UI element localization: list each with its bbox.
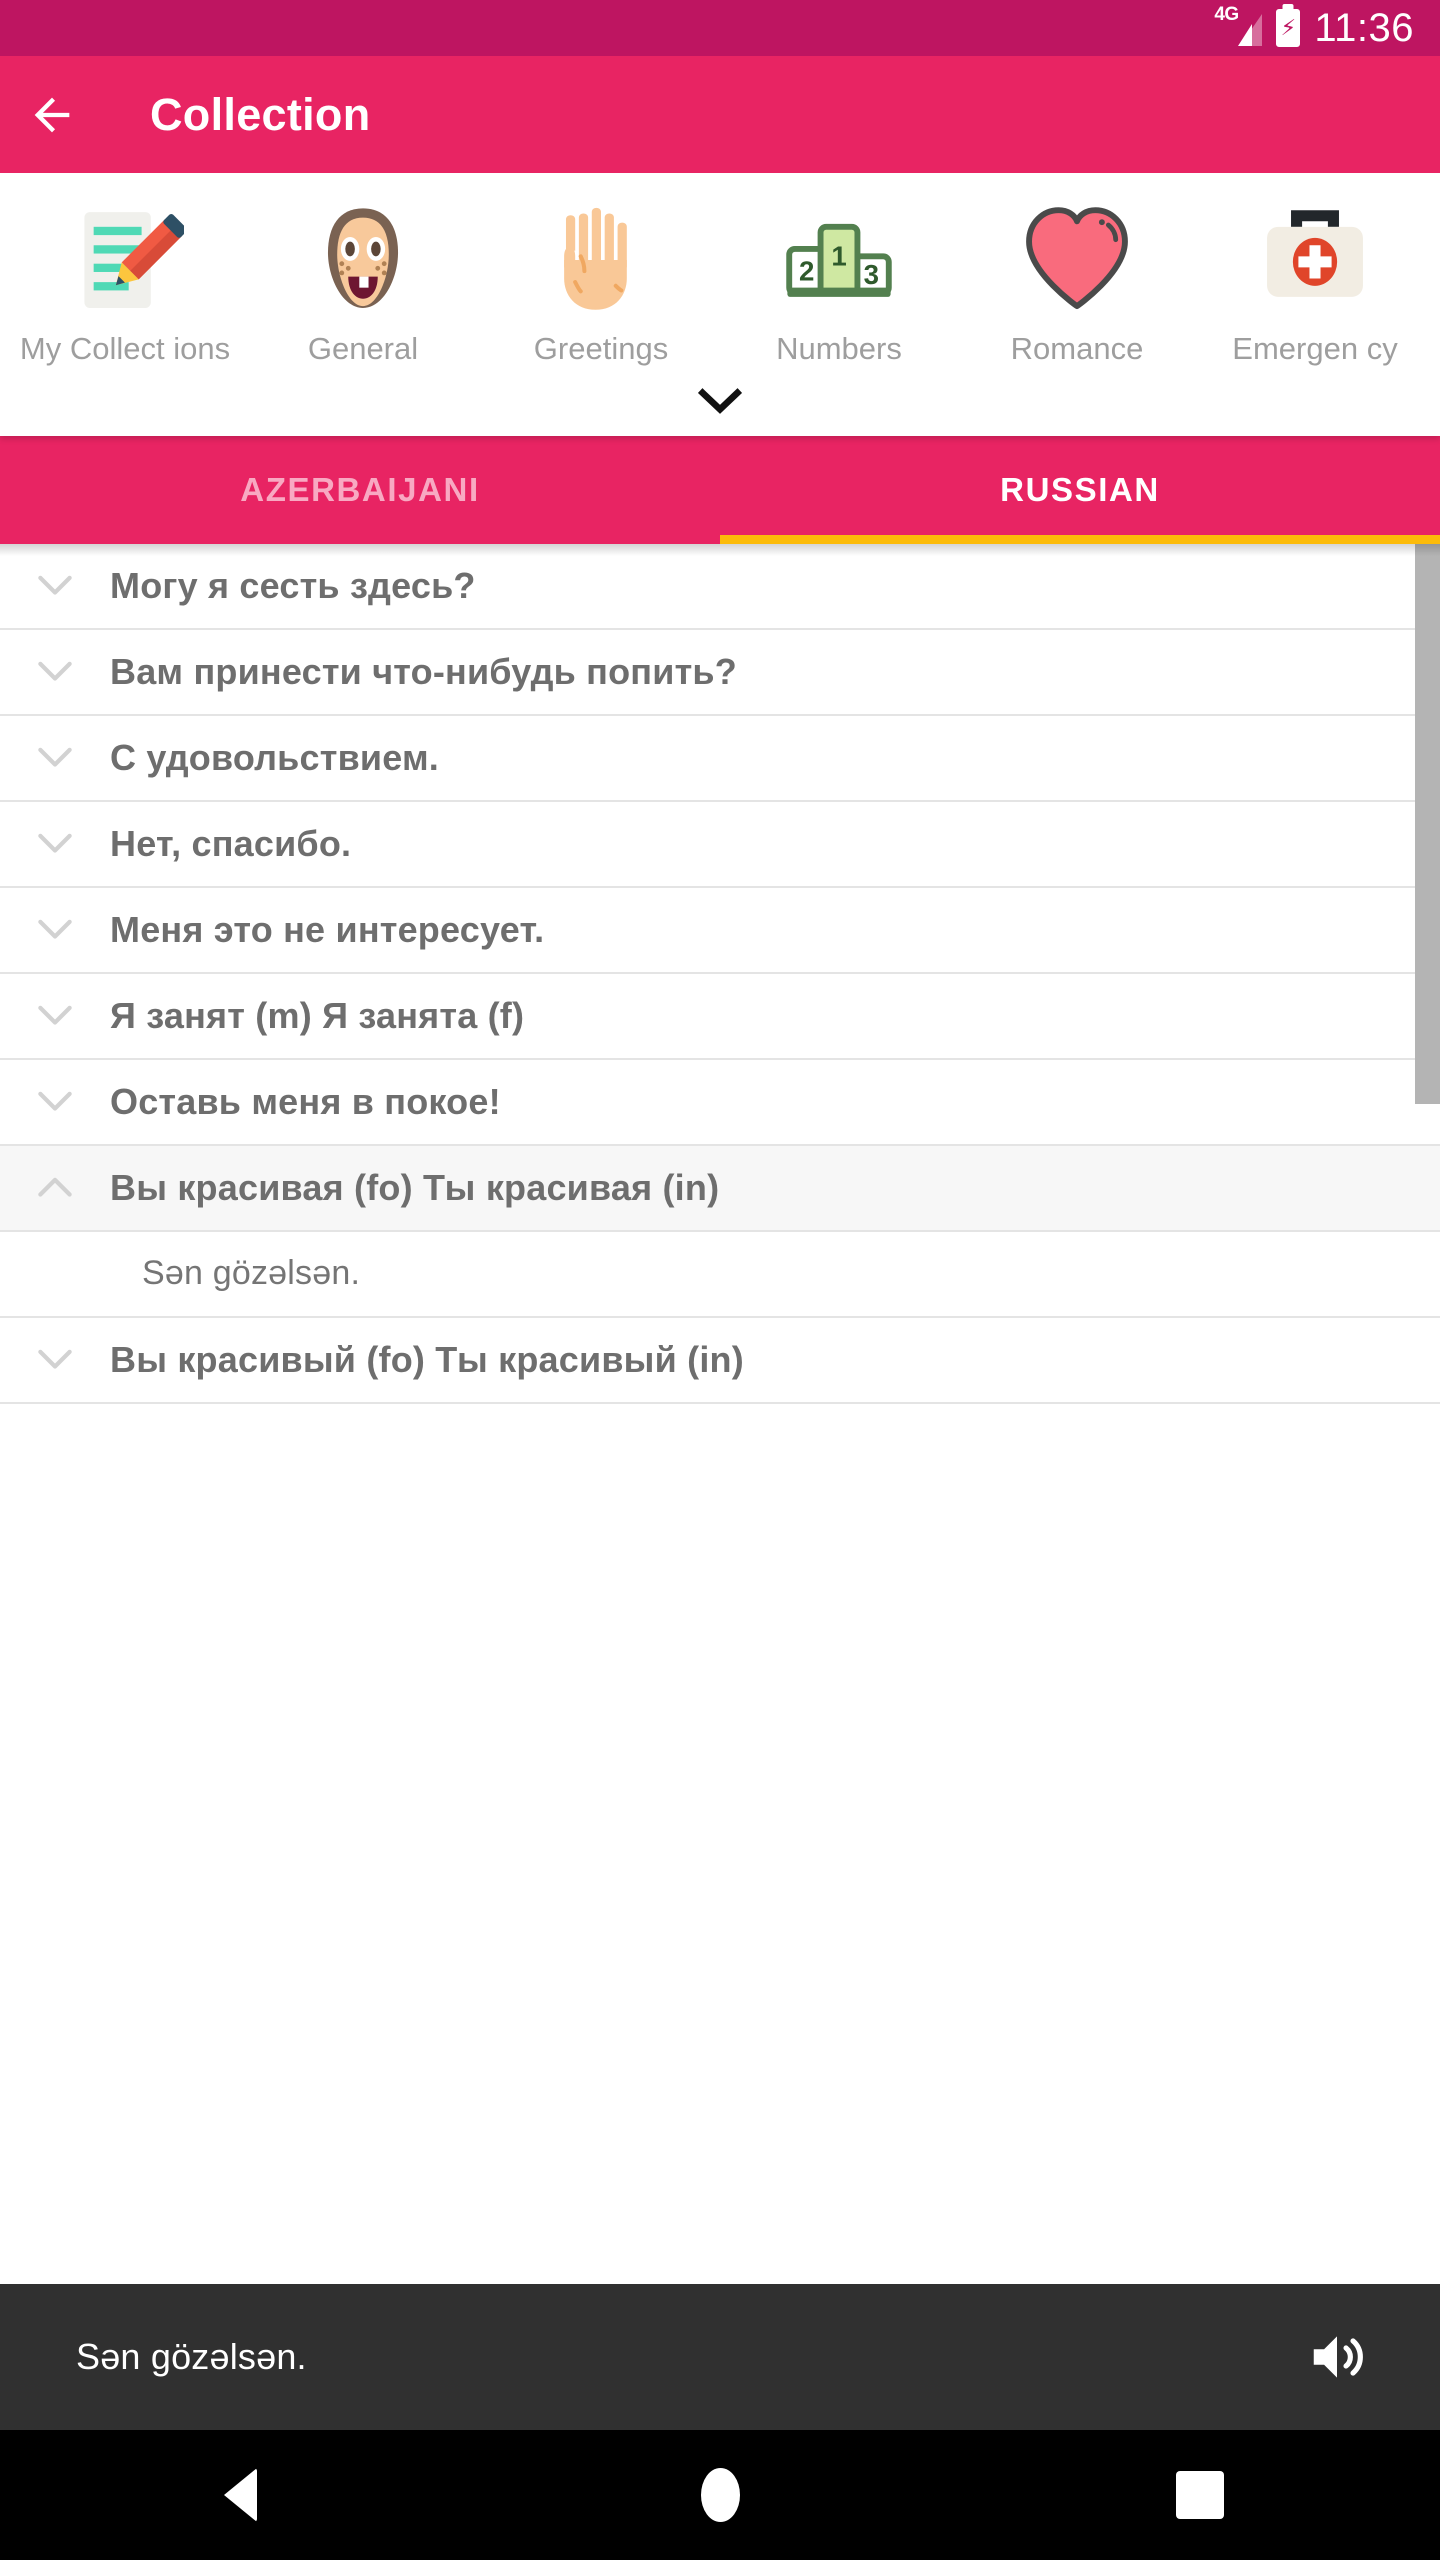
phrase-row[interactable]: Я занят (m) Я занята (f) bbox=[0, 973, 1440, 1060]
tab-azerbaijani[interactable]: AZERBAIJANI bbox=[0, 436, 720, 544]
expand-categories-button[interactable] bbox=[0, 368, 1440, 436]
chevron-down-icon bbox=[0, 1003, 110, 1029]
phrase-text: Я занят (m) Я занята (f) bbox=[110, 994, 525, 1036]
player-phrase-text: Sən gözəlsən. bbox=[76, 2336, 307, 2377]
phrase-row[interactable]: Могу я сесть здесь? bbox=[0, 543, 1440, 630]
raised-hand-icon bbox=[564, 207, 627, 310]
status-bar-clock: 11:36 bbox=[1314, 5, 1414, 50]
chevron-down-icon bbox=[0, 831, 110, 857]
chevron-down-icon bbox=[0, 1347, 110, 1373]
phrase-row[interactable]: Вы красивый (fo) Ты красивый (in) bbox=[0, 1317, 1440, 1404]
svg-text:2: 2 bbox=[799, 255, 814, 286]
podium-123-icon: 2 1 3 bbox=[786, 223, 892, 297]
back-button[interactable] bbox=[0, 56, 104, 173]
nav-recents-button[interactable] bbox=[960, 2471, 1440, 2519]
category-item-general[interactable]: General bbox=[244, 201, 482, 368]
phrase-list: Могу я сесть здесь? Вам принести что-ниб… bbox=[0, 543, 1440, 1404]
category-label: My Collect ions bbox=[19, 331, 231, 366]
phrase-text: Оставь меня в покое! bbox=[110, 1080, 501, 1122]
phrase-row[interactable]: Вам принести что-нибудь попить? bbox=[0, 629, 1440, 716]
phrase-text: Нет, спасибо. bbox=[110, 822, 352, 864]
chevron-up-icon bbox=[0, 1175, 110, 1201]
category-item-emergency[interactable]: Emergen cy bbox=[1196, 201, 1434, 368]
phrase-text: Меня это не интересует. bbox=[110, 908, 545, 950]
category-item-my-collections[interactable]: My Collect ions bbox=[6, 201, 244, 368]
app-bar: Collection bbox=[0, 56, 1440, 173]
notepad-pencil-icon bbox=[84, 212, 184, 308]
play-audio-button[interactable] bbox=[1292, 2312, 1382, 2402]
network-type-label: 4G bbox=[1214, 4, 1239, 25]
tab-russian[interactable]: RUSSIAN bbox=[720, 436, 1440, 544]
phrase-translation-row[interactable]: Sən gözəlsən. bbox=[0, 1231, 1440, 1318]
phrase-text: Вам принести что-нибудь попить? bbox=[110, 650, 737, 692]
nav-back-button[interactable] bbox=[0, 2468, 480, 2522]
phrase-text: Вы красивая (fo) Ты красивая (in) bbox=[110, 1166, 720, 1208]
category-label: Romance bbox=[1010, 331, 1144, 366]
list-scrollbar[interactable] bbox=[1415, 543, 1440, 1104]
phrasebook-collection-screen: 4G ⚡ 11:36 Collection My Collect ions Ge… bbox=[0, 0, 1440, 2560]
volume-up-icon bbox=[1313, 2336, 1363, 2378]
svg-text:1: 1 bbox=[831, 241, 846, 272]
category-row: My Collect ions General Greetings 2 1 3 … bbox=[0, 183, 1440, 368]
phrase-row[interactable]: Оставь меня в покое! bbox=[0, 1059, 1440, 1146]
chevron-down-icon bbox=[0, 745, 110, 771]
phrase-row[interactable]: Меня это не интересует. bbox=[0, 887, 1440, 974]
phrase-text: Вы красивый (fo) Ты красивый (in) bbox=[110, 1338, 744, 1380]
phrase-row-expanded[interactable]: Вы красивая (fo) Ты красивая (in) bbox=[0, 1145, 1440, 1232]
chevron-down-icon bbox=[0, 1089, 110, 1115]
arrow-left-icon bbox=[34, 97, 70, 132]
audio-player-bar: Sən gözəlsən. bbox=[0, 2284, 1440, 2430]
chevron-down-icon bbox=[0, 917, 110, 943]
chevron-down-icon bbox=[0, 659, 110, 685]
girl-face-icon bbox=[327, 208, 399, 308]
chevron-down-icon bbox=[698, 387, 742, 414]
page-title: Collection bbox=[150, 88, 371, 140]
phrase-text: Могу я сесть здесь? bbox=[110, 564, 476, 606]
phrase-row[interactable]: Нет, спасибо. bbox=[0, 801, 1440, 888]
tab-label: AZERBAIJANI bbox=[240, 470, 480, 508]
category-label: General bbox=[307, 331, 419, 366]
phrase-row[interactable]: С удовольствием. bbox=[0, 715, 1440, 802]
first-aid-kit-icon bbox=[1267, 210, 1363, 297]
category-item-greetings[interactable]: Greetings bbox=[482, 201, 720, 368]
svg-text:3: 3 bbox=[864, 259, 879, 290]
language-tabs: AZERBAIJANI RUSSIAN bbox=[0, 435, 1440, 544]
category-label: Emergen cy bbox=[1232, 331, 1398, 366]
category-label: Greetings bbox=[533, 331, 669, 366]
bolt-glyph: ⚡ bbox=[1280, 15, 1297, 40]
category-item-romance[interactable]: Romance bbox=[958, 201, 1196, 368]
category-label: Numbers bbox=[776, 331, 902, 366]
category-panel: My Collect ions General Greetings 2 1 3 … bbox=[0, 173, 1440, 436]
android-navigation-bar bbox=[0, 2430, 1440, 2560]
tab-label: RUSSIAN bbox=[1000, 470, 1160, 508]
square-recents-icon bbox=[1176, 2471, 1224, 2519]
nav-home-button[interactable] bbox=[480, 2468, 960, 2522]
phrase-text: С удовольствием. bbox=[110, 736, 440, 778]
triangle-back-icon bbox=[223, 2468, 257, 2522]
signal-bars-active bbox=[1238, 24, 1253, 46]
battery-charging-icon: ⚡ bbox=[1276, 9, 1301, 47]
translation-text: Sən gözəlsən. bbox=[142, 1254, 361, 1293]
status-icons: 4G ⚡ 11:36 bbox=[1214, 4, 1414, 51]
status-bar: 4G ⚡ 11:36 bbox=[0, 0, 1440, 56]
heart-icon bbox=[1026, 207, 1128, 310]
category-item-numbers[interactable]: 2 1 3 Numbers bbox=[720, 201, 958, 368]
chevron-down-icon bbox=[0, 573, 110, 599]
phrase-list-container[interactable]: Могу я сесть здесь? Вам принести что-ниб… bbox=[0, 543, 1440, 2560]
circle-home-icon bbox=[700, 2468, 740, 2522]
signal-strength-icon: 4G bbox=[1214, 4, 1263, 50]
